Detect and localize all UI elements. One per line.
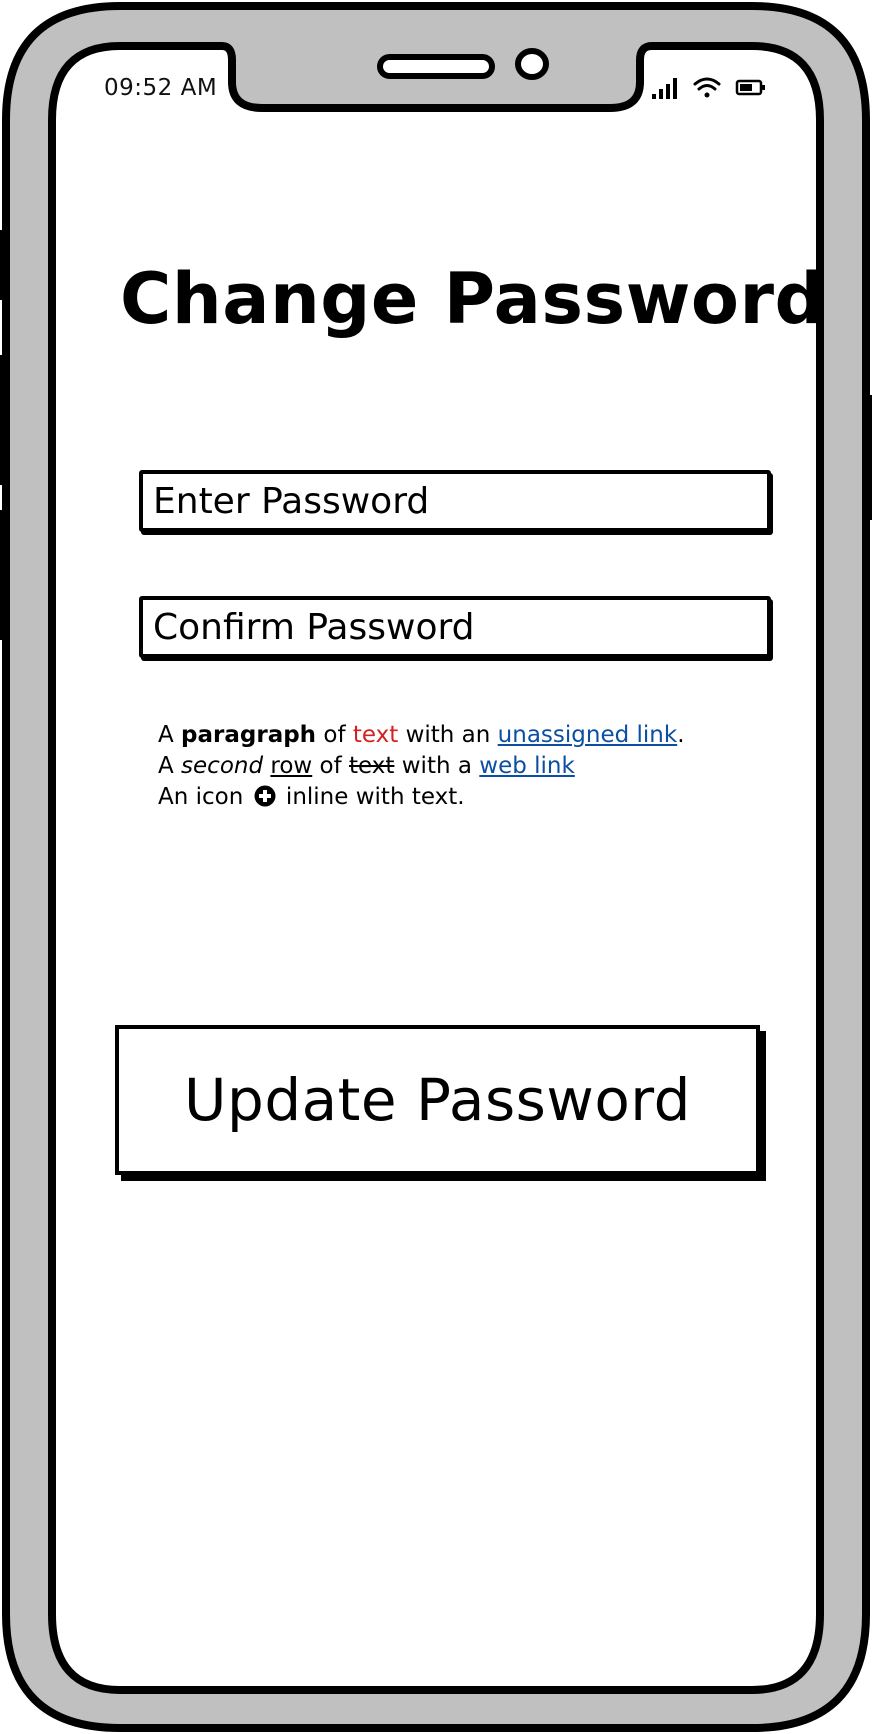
- volume-up-button: [0, 355, 10, 485]
- page-title: Change Password: [120, 258, 826, 340]
- web-link[interactable]: web link: [479, 753, 575, 779]
- italic-text: second: [181, 753, 264, 779]
- password-field[interactable]: [139, 470, 771, 532]
- text-segment: An icon: [158, 784, 251, 810]
- camera-icon: [515, 48, 549, 80]
- paragraph-line-2: A second row of text with a web link: [158, 751, 778, 782]
- mute-switch: [0, 230, 10, 300]
- strikethrough-text: text: [349, 753, 395, 779]
- paragraph-line-1: A paragraph of text with an unassigned l…: [158, 720, 778, 751]
- power-button: [862, 395, 872, 520]
- status-time: 09:52 AM: [104, 75, 218, 101]
- text-segment: .: [677, 722, 685, 748]
- wifi-icon: [693, 77, 721, 98]
- screen: 09:52 AM Change Password A paragraph of …: [0, 0, 872, 1734]
- plus-circle-icon: [254, 785, 276, 807]
- confirm-password-input[interactable]: [153, 600, 753, 654]
- text-segment: with an: [398, 722, 498, 748]
- text-segment: with a: [394, 753, 480, 779]
- battery-icon: [735, 79, 765, 96]
- password-input[interactable]: [153, 474, 753, 528]
- update-password-label: Update Password: [184, 1066, 691, 1134]
- text-segment: of: [316, 722, 353, 748]
- red-text: text: [352, 722, 399, 748]
- text-segment: A: [158, 722, 182, 748]
- underlined-text: row: [270, 753, 313, 779]
- speaker-icon: [377, 54, 495, 79]
- text-segment: inline with text.: [278, 784, 465, 810]
- text-segment: A: [158, 753, 182, 779]
- status-icons: [652, 77, 765, 99]
- paragraph-line-3: An icon inline with text.: [158, 782, 778, 813]
- volume-down-button: [0, 510, 10, 640]
- signal-icon: [652, 78, 677, 99]
- update-password-button[interactable]: Update Password: [115, 1025, 760, 1175]
- confirm-password-field[interactable]: [139, 596, 771, 658]
- bold-text: paragraph: [181, 722, 317, 748]
- info-paragraph: A paragraph of text with an unassigned l…: [158, 720, 778, 813]
- text-segment: of: [312, 753, 350, 779]
- unassigned-link[interactable]: unassigned link: [498, 722, 678, 748]
